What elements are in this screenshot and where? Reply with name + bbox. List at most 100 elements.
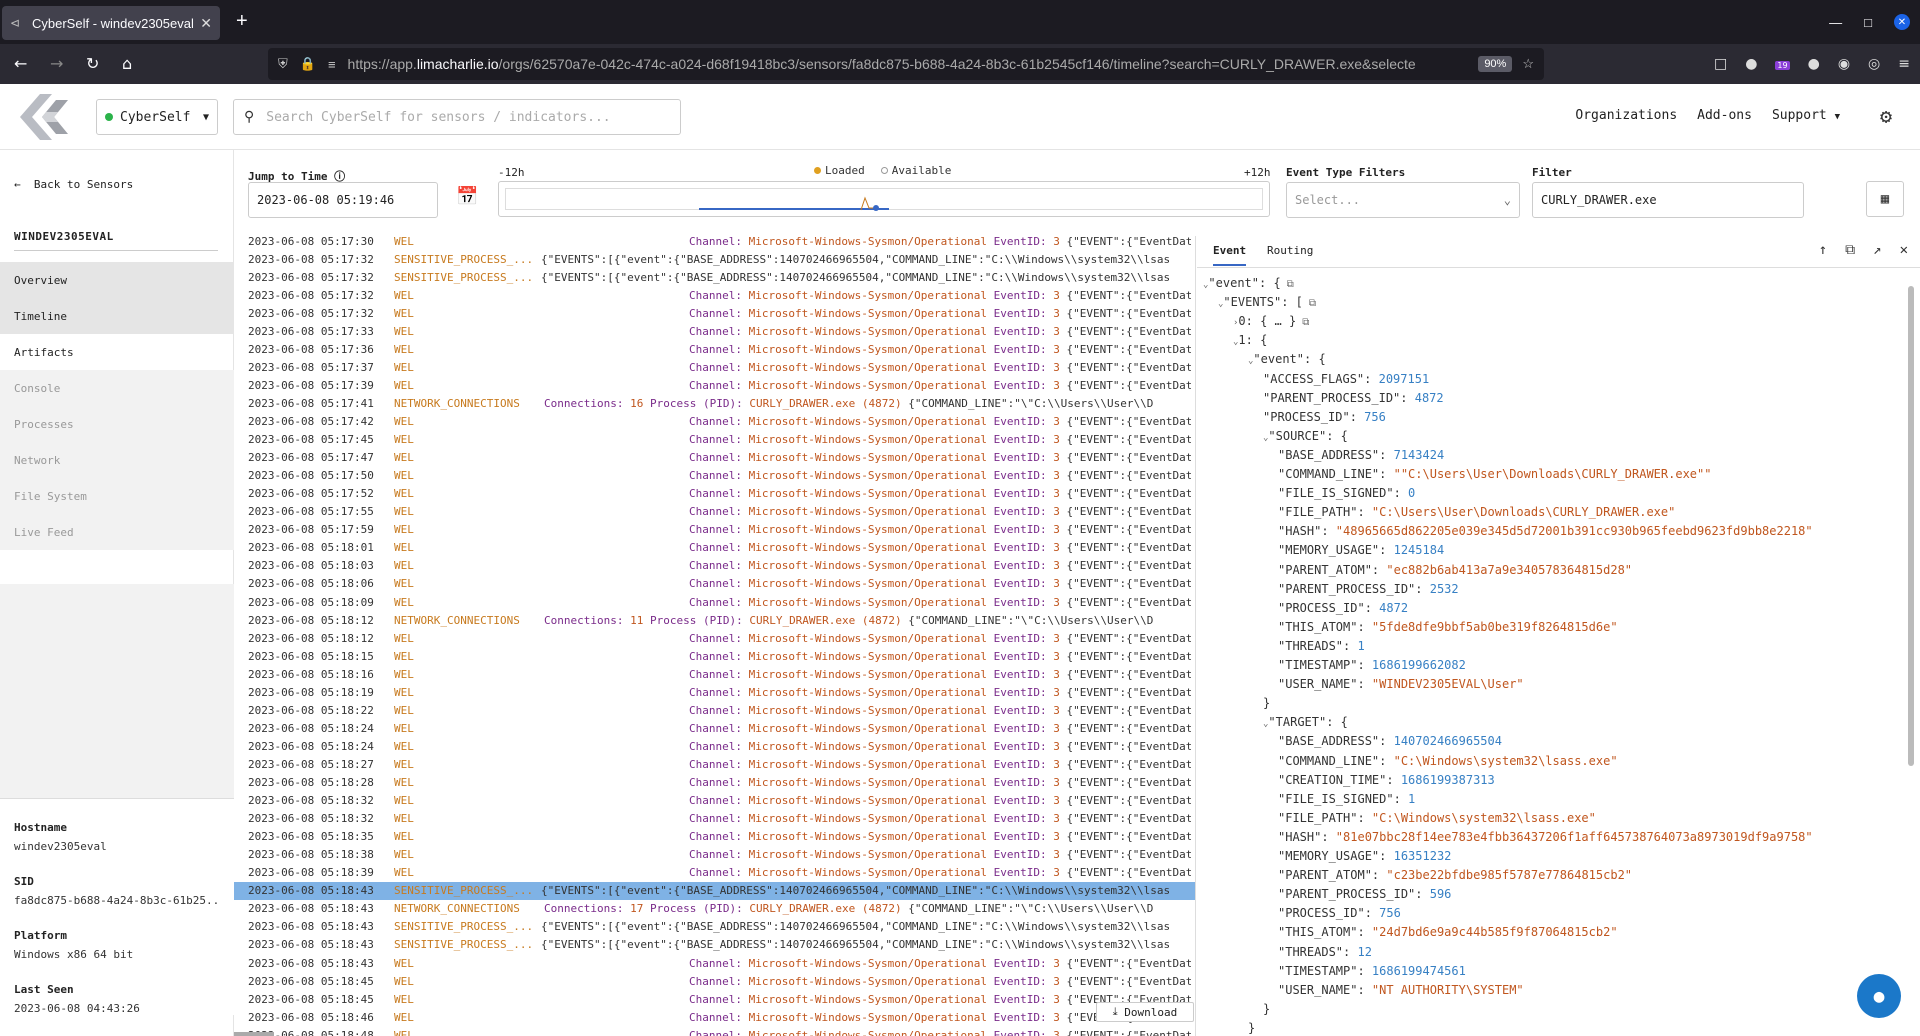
search-input[interactable]: ⚲ Search CyberSelf for sensors / indicat… [233,99,681,135]
table-row[interactable]: 2023-06-08 05:18:32 WEL Channel: Microsoft… [234,792,1195,810]
table-row[interactable]: 2023-06-08 05:18:22 WEL Channel: Microsoft… [234,701,1195,719]
shield-icon[interactable]: ⛨ [278,56,288,72]
table-row[interactable]: 2023-06-08 05:18:19 WEL Channel: Microsoft… [234,683,1195,701]
tab-event[interactable]: Event [1213,244,1247,266]
zoom-badge[interactable]: 90% [1478,56,1513,72]
table-row[interactable]: 2023-06-08 05:18:12 NETWORK_CONNECTIONS Co… [234,611,1195,629]
gear-icon[interactable]: ⚙ [1880,104,1892,128]
horizontal-scrollbar[interactable] [234,1032,274,1036]
table-row[interactable]: 2023-06-08 05:18:12 WEL Channel: Microsoft… [234,629,1195,647]
copy-icon[interactable]: ⧉ [1287,279,1294,290]
table-row[interactable]: 2023-06-08 05:18:16 WEL Channel: Microsoft… [234,665,1195,683]
calendar-icon[interactable]: 📅 [456,186,478,207]
sidebar-item-network[interactable]: Network [0,442,234,478]
limacharlie-logo-icon[interactable] [18,94,74,140]
table-row[interactable]: 2023-06-08 05:17:41 NETWORK_CONNECTIONS Co… [234,394,1195,412]
table-row[interactable]: 2023-06-08 05:18:24 WEL Channel: Microsoft… [234,737,1195,755]
tab-routing[interactable]: Routing [1267,244,1313,257]
table-row[interactable]: 2023-06-08 05:18:43 NETWORK_CONNECTIONS Co… [234,900,1195,918]
timeline-range-slider[interactable] [498,181,1270,217]
json-tree-node[interactable]: ⌄"event": { [1248,352,1326,371]
table-row[interactable]: 2023-06-08 05:17:32 WEL Channel: Microsoft… [234,304,1195,322]
table-row[interactable]: 2023-06-08 05:17:33 WEL Channel: Microsoft… [234,322,1195,340]
pocket-icon[interactable]: □ [1714,56,1727,72]
table-row[interactable]: 2023-06-08 05:18:09 WEL Channel: Microsoft… [234,593,1195,611]
table-row[interactable]: 2023-06-08 05:18:43 SENSITIVE_PROCESS_...… [234,881,1195,900]
open-external-icon[interactable]: ↗ [1873,242,1881,258]
export-button[interactable]: ▦ [1866,181,1904,217]
table-row[interactable]: 2023-06-08 05:17:59 WEL Channel: Microsoft… [234,521,1195,539]
back-arrow-icon[interactable]: ← [14,54,27,73]
table-row[interactable]: 2023-06-08 05:17:37 WEL Channel: Microsoft… [234,358,1195,376]
table-row[interactable]: 2023-06-08 05:17:36 WEL Channel: Microsoft… [234,340,1195,358]
timeline-cursor-icon[interactable] [859,196,889,212]
browser-tab[interactable]: ⊲ CyberSelf - windev2305eval ✕ [2,6,220,40]
filter-input[interactable]: CURLY_DRAWER.exe [1532,182,1804,218]
minimize-icon[interactable]: — [1829,15,1842,30]
fox-extension-icon[interactable]: ● [1745,56,1757,72]
back-to-sensors-link[interactable]: ← Back to Sensors [14,178,133,191]
download-button[interactable]: ⤓ Download [1096,1002,1194,1022]
copy-icon[interactable]: ⧉ [1309,298,1316,309]
json-tree-node[interactable]: ⌄"EVENTS": [⧉ [1218,295,1316,314]
table-row[interactable]: 2023-06-08 05:18:35 WEL Channel: Microsoft… [234,828,1195,846]
table-row[interactable]: 2023-06-08 05:17:45 WEL Channel: Microsoft… [234,431,1195,449]
permissions-icon[interactable]: ≡ [328,57,336,72]
table-row[interactable]: 2023-06-08 05:17:50 WEL Channel: Microsoft… [234,467,1195,485]
close-tab-icon[interactable]: ✕ [200,15,212,32]
table-row[interactable]: 2023-06-08 05:17:32 SENSITIVE_PROCESS_...… [234,250,1195,268]
table-row[interactable]: 2023-06-08 05:17:32 SENSITIVE_PROCESS_...… [234,268,1195,286]
sidebar-item-file-system[interactable]: File System [0,478,234,514]
lock-icon[interactable]: 🔒 [300,56,316,72]
url-text[interactable]: https://app.limacharlie.io/orgs/62570a7e… [348,56,1469,72]
nav-support[interactable]: Support ▼ [1772,108,1840,123]
sidebar-item-overview[interactable]: Overview [0,262,234,298]
sidebar-item-live-feed[interactable]: Live Feed [0,514,234,550]
table-row[interactable]: 2023-06-08 05:18:43 WEL Channel: Microsoft… [234,954,1195,972]
menu-icon[interactable]: ≡ [1898,56,1910,72]
table-row[interactable]: 2023-06-08 05:18:46 WEL Channel: Microsoft… [234,1008,1195,1026]
extension-badge-icon[interactable]: 19 [1775,56,1790,72]
arrow-up-icon[interactable]: ↑ [1819,242,1827,258]
home-icon[interactable]: ⌂ [122,54,132,73]
close-icon[interactable]: ✕ [1900,242,1908,258]
nav-organizations[interactable]: Organizations [1575,108,1677,123]
spy-extension-icon[interactable]: ● [1808,56,1820,72]
json-tree-node[interactable]: ⌄"event": {⧉ [1203,276,1294,295]
json-tree-node[interactable]: ⌄1: { [1233,333,1267,352]
table-row[interactable]: 2023-06-08 05:18:45 WEL Channel: Microsoft… [234,972,1195,990]
bookmark-star-icon[interactable]: ☆ [1522,56,1534,72]
table-row[interactable]: 2023-06-08 05:18:28 WEL Channel: Microsoft… [234,774,1195,792]
table-row[interactable]: 2023-06-08 05:18:38 WEL Channel: Microsoft… [234,846,1195,864]
sidebar-item-artifacts[interactable]: Artifacts [0,334,234,370]
sidebar-item-console[interactable]: Console [0,370,234,406]
table-row[interactable]: 2023-06-08 05:18:01 WEL Channel: Microsoft… [234,539,1195,557]
org-selector[interactable]: CyberSelf ▼ [96,99,218,135]
table-row[interactable]: 2023-06-08 05:18:48 WEL Channel: Microsoft… [234,1026,1195,1036]
json-tree-node[interactable]: ⌄"TARGET": { [1263,715,1348,734]
table-row[interactable]: 2023-06-08 05:18:39 WEL Channel: Microsoft… [234,864,1195,882]
reload-icon[interactable]: ↻ [86,54,99,73]
copy-icon[interactable]: ⧉ [1302,317,1309,328]
jump-to-time-input[interactable]: 2023-06-08 05:19:46 [248,182,438,218]
table-row[interactable]: 2023-06-08 05:18:43 SENSITIVE_PROCESS_...… [234,936,1195,954]
json-tree-node[interactable]: ⌄"SOURCE": { [1263,429,1348,448]
cookie-extension-icon[interactable]: ◉ [1838,56,1850,72]
sidebar-item-processes[interactable]: Processes [0,406,234,442]
url-bar[interactable]: ⛨ 🔒 ≡ https://app.limacharlie.io/orgs/62… [268,48,1544,80]
sidebar-item-timeline[interactable]: Timeline [0,298,234,334]
nav-addons[interactable]: Add-ons [1697,108,1752,123]
json-tree-node[interactable]: ›0: { … } ⧉ [1233,314,1309,333]
globe-icon[interactable]: ◎ [1868,56,1880,72]
table-row[interactable]: 2023-06-08 05:18:15 WEL Channel: Microsoft… [234,647,1195,665]
table-row[interactable]: 2023-06-08 05:18:43 SENSITIVE_PROCESS_...… [234,918,1195,936]
copy-icon[interactable]: ⧉ [1845,242,1855,258]
table-row[interactable]: 2023-06-08 05:17:47 WEL Channel: Microsoft… [234,449,1195,467]
table-row[interactable]: 2023-06-08 05:17:32 WEL Channel: Microsoft… [234,286,1195,304]
table-row[interactable]: 2023-06-08 05:18:32 WEL Channel: Microsoft… [234,810,1195,828]
table-row[interactable]: 2023-06-08 05:18:06 WEL Channel: Microsoft… [234,575,1195,593]
table-row[interactable]: 2023-06-08 05:18:03 WEL Channel: Microsoft… [234,557,1195,575]
maximize-icon[interactable]: □ [1864,15,1872,30]
chat-button[interactable]: ● [1857,974,1901,1018]
new-tab-icon[interactable]: + [236,10,248,33]
